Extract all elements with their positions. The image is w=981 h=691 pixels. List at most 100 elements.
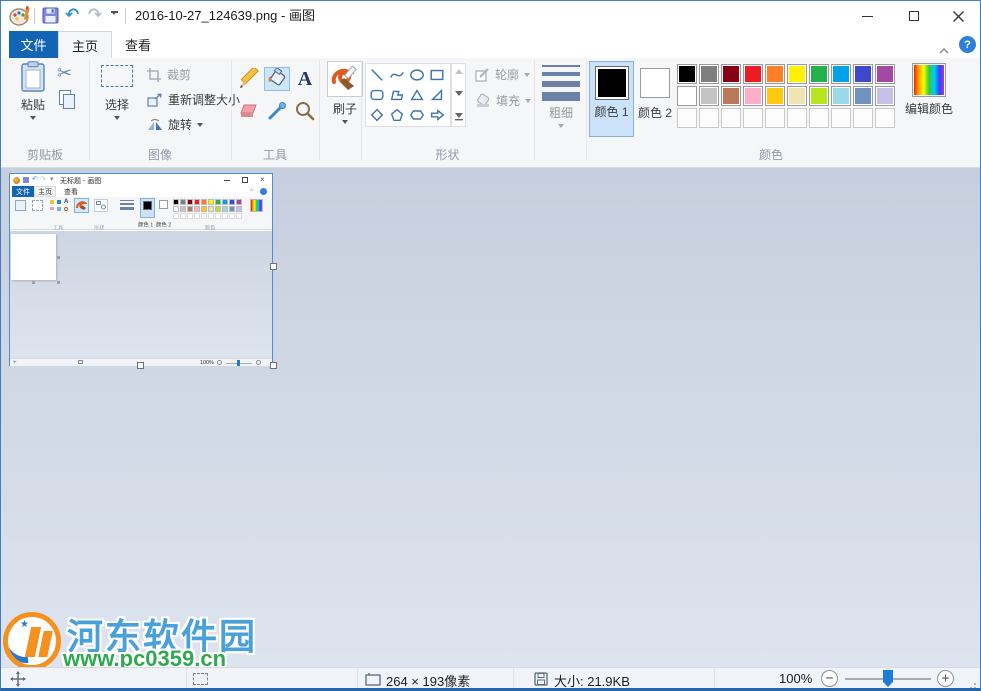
color-picker-tool-button[interactable] [264, 99, 290, 123]
palette-color[interactable] [173, 199, 179, 205]
palette-color[interactable] [853, 64, 873, 84]
shapes-scroll-down-icon[interactable] [455, 91, 463, 96]
qat-customize-button[interactable] [111, 11, 118, 33]
magnifier-tool-button[interactable] [292, 99, 318, 123]
palette-color[interactable] [236, 206, 242, 212]
text-tool-button[interactable]: A [292, 67, 318, 91]
collapse-ribbon-button[interactable] [939, 41, 949, 59]
eraser-tool-button[interactable] [236, 99, 262, 123]
palette-color[interactable] [236, 199, 242, 205]
cut-button[interactable]: ✂ [57, 63, 72, 84]
canvas-area[interactable]: ↶ ↷ ▾ 无标题 - 画图 × 文件 主页 查看 ^ A [1, 168, 980, 667]
redo-button[interactable]: ↷ [88, 5, 102, 25]
rotate-button[interactable]: 旋转 [147, 116, 203, 133]
shape-diamond[interactable] [367, 105, 387, 125]
palette-color[interactable] [787, 64, 807, 84]
shape-fill-button[interactable]: 填充 [475, 92, 531, 109]
shape-triangle[interactable] [407, 85, 427, 105]
title-bar[interactable]: ↶ ↷ 2016-10-27_124639.png - 画图 [1, 1, 980, 31]
shape-curve[interactable] [387, 65, 407, 85]
palette-color[interactable] [180, 206, 186, 212]
close-button[interactable] [936, 1, 981, 31]
palette-color[interactable] [853, 86, 873, 106]
palette-color[interactable] [194, 206, 200, 212]
tab-view[interactable]: 查看 [112, 31, 164, 58]
palette-color[interactable] [229, 206, 235, 212]
palette-color[interactable] [222, 206, 228, 212]
canvas-image[interactable]: ↶ ↷ ▾ 无标题 - 画图 × 文件 主页 查看 ^ A [9, 173, 273, 366]
resize-grip[interactable] [967, 680, 976, 691]
shape-hexagon[interactable] [407, 105, 427, 125]
shapes-scroll-up-icon[interactable] [455, 69, 463, 74]
canvas-resize-handle-corner[interactable] [270, 362, 277, 369]
palette-color[interactable] [743, 64, 763, 84]
palette-color[interactable] [215, 206, 221, 212]
shape-outline-button[interactable]: 轮廓 [475, 66, 530, 83]
fill-tool-button[interactable] [264, 67, 290, 91]
palette-color[interactable] [699, 86, 719, 106]
resize-button[interactable]: 重新调整大小 [147, 91, 240, 108]
zoom-out-button[interactable]: − [821, 670, 838, 687]
zoom-in-button[interactable]: + [937, 670, 954, 687]
palette-color[interactable] [194, 199, 200, 205]
help-button[interactable]: ? [959, 36, 976, 53]
palette-color[interactable] [677, 64, 697, 84]
select-button[interactable]: 选择 [95, 61, 139, 120]
paste-button[interactable]: 粘贴 [11, 61, 55, 120]
palette-color[interactable] [187, 206, 193, 212]
palette-color[interactable] [677, 86, 697, 106]
palette-empty-slot [721, 108, 741, 128]
palette-color[interactable] [809, 64, 829, 84]
color1-button[interactable]: 颜色 1 [589, 61, 634, 137]
color2-button[interactable]: 颜色 2 [635, 61, 675, 137]
shape-polygon[interactable] [387, 85, 407, 105]
palette-color[interactable] [222, 199, 228, 205]
palette-color[interactable] [765, 64, 785, 84]
tab-home[interactable]: 主页 [58, 31, 112, 58]
shape-right-triangle[interactable] [427, 85, 447, 105]
minimize-button[interactable] [845, 1, 890, 31]
palette-color[interactable] [208, 199, 214, 205]
palette-color[interactable] [721, 86, 741, 106]
palette-color[interactable] [875, 86, 895, 106]
zoom-slider-thumb[interactable] [883, 670, 893, 687]
shape-ellipse[interactable] [407, 65, 427, 85]
palette-color[interactable] [699, 64, 719, 84]
select-icon [101, 65, 133, 87]
palette-color[interactable] [721, 64, 741, 84]
shapes-expand-icon[interactable] [455, 113, 463, 121]
palette-color[interactable] [173, 206, 179, 212]
edit-colors-button[interactable]: 编辑颜色 [904, 63, 954, 117]
save-button[interactable] [42, 7, 59, 29]
pencil-icon [238, 68, 260, 90]
palette-color[interactable] [201, 199, 207, 205]
palette-color[interactable] [180, 199, 186, 205]
maximize-button[interactable] [891, 1, 936, 31]
palette-color[interactable] [215, 199, 221, 205]
pencil-tool-button[interactable] [236, 67, 262, 91]
shape-fill-caret [525, 99, 531, 103]
canvas-resize-handle-right[interactable] [270, 263, 277, 270]
shape-rectangle[interactable] [427, 65, 447, 85]
palette-color[interactable] [809, 86, 829, 106]
crop-button[interactable]: 裁剪 [147, 66, 191, 83]
palette-color[interactable] [787, 86, 807, 106]
palette-color[interactable] [875, 64, 895, 84]
shape-pentagon[interactable] [387, 105, 407, 125]
shape-arrow[interactable] [427, 105, 447, 125]
palette-color[interactable] [229, 199, 235, 205]
shape-rounded-rectangle[interactable] [367, 85, 387, 105]
palette-color[interactable] [201, 206, 207, 212]
palette-color[interactable] [765, 86, 785, 106]
undo-button[interactable]: ↶ [65, 5, 79, 25]
tab-file[interactable]: 文件 [9, 31, 58, 58]
palette-color[interactable] [831, 86, 851, 106]
palette-color[interactable] [187, 199, 193, 205]
palette-color[interactable] [743, 86, 763, 106]
palette-color[interactable] [208, 206, 214, 212]
color1-swatch [595, 66, 629, 100]
palette-color[interactable] [831, 64, 851, 84]
shape-line[interactable] [367, 65, 387, 85]
canvas-resize-handle-bottom[interactable] [137, 362, 144, 369]
size-button[interactable]: 粗细 [539, 63, 583, 128]
